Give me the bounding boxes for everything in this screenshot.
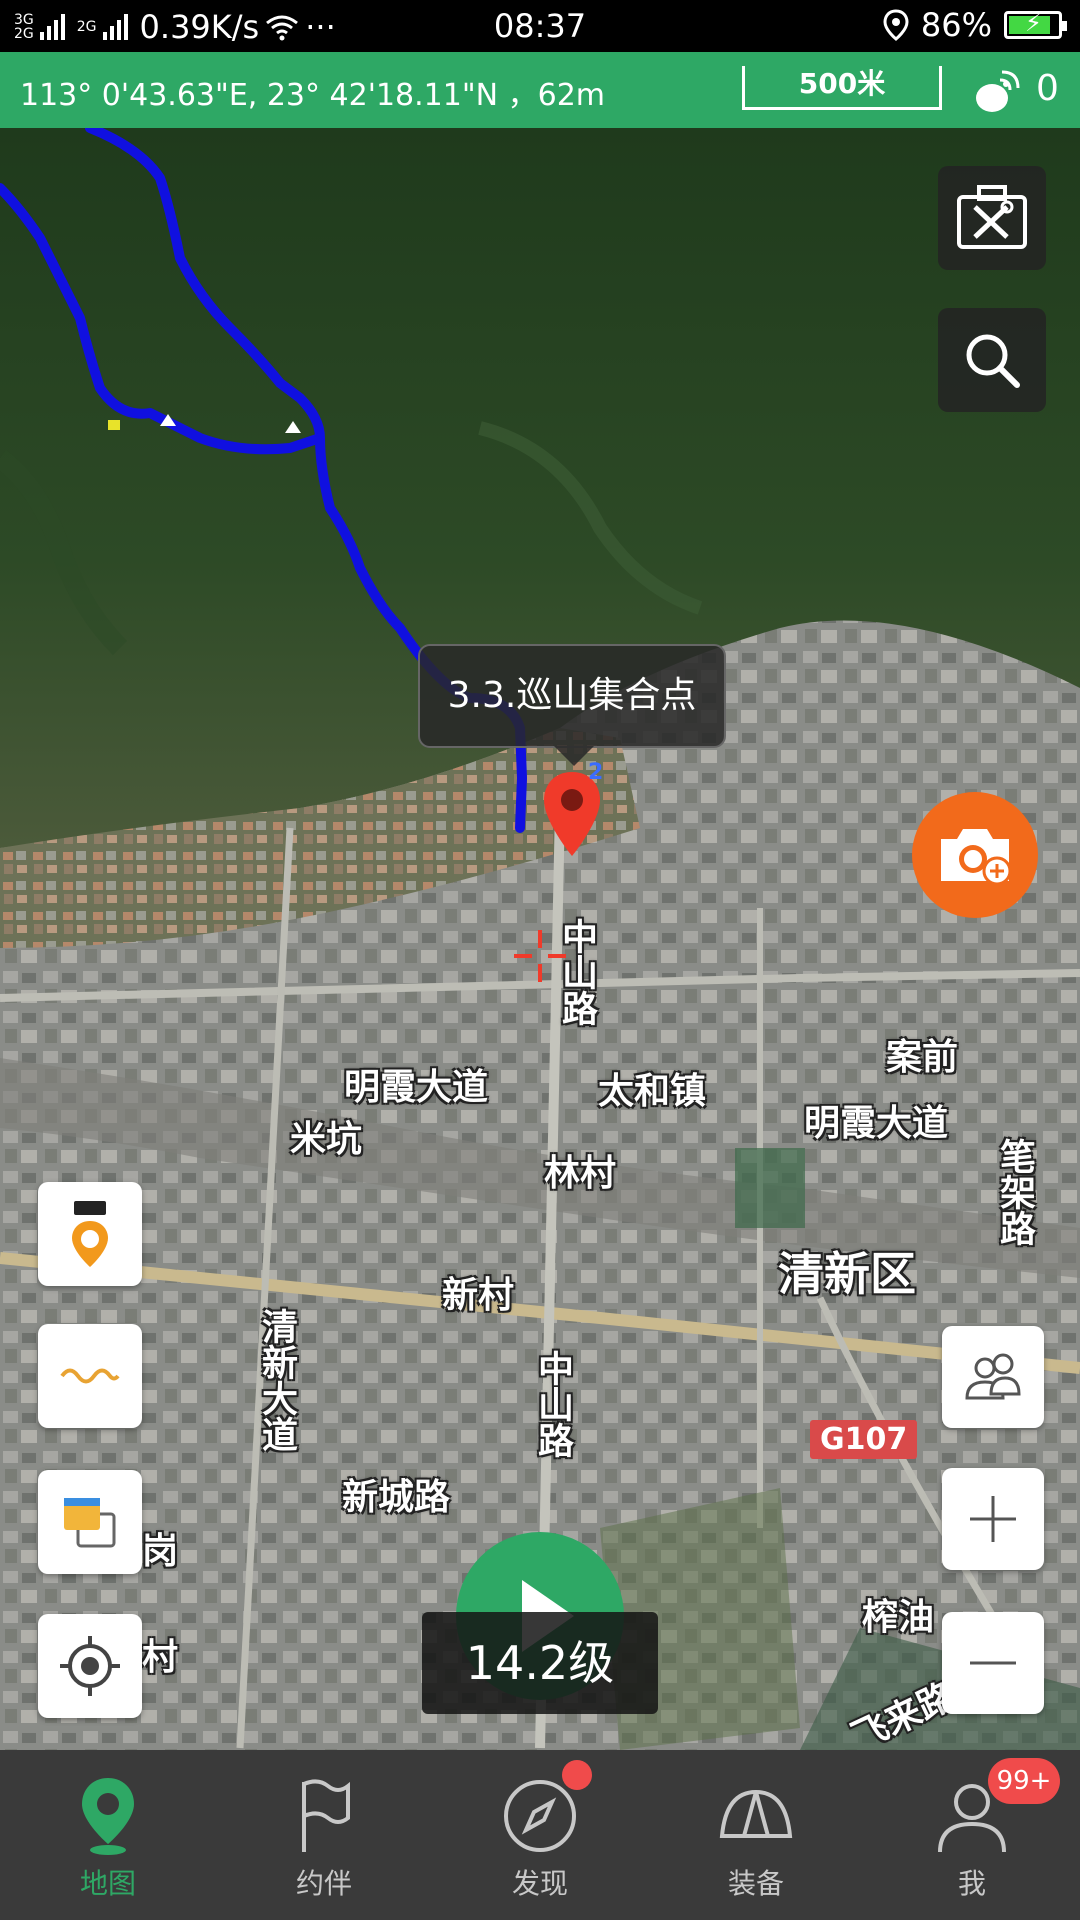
satellite-icon [976,70,1020,112]
coordinate-bar: 113° 0'43.63"E, 23° 42'18.11"N ，62m 500米… [0,52,1080,128]
place-label-cun: 村 [142,1637,179,1678]
tent-icon [719,1789,793,1838]
place-label-zhayou: 榨油 [862,1597,935,1638]
add-photo-button[interactable] [912,792,1038,918]
battery-percent: 86% [920,6,992,44]
place-label-anqian: 案前 [886,1037,959,1078]
road-label-qingxin-avenue: 清新大道 [256,1308,297,1452]
satellite-count: 0 [1036,68,1059,109]
zoom-level-indicator: 14.2级 [422,1612,658,1714]
road-label-bijia: 笔架路 [994,1138,1035,1246]
place-label-xincun: 新村 [442,1275,515,1316]
me-notification-badge: 99+ [988,1758,1060,1804]
road-label-zhongshan-2: 中山路 [532,1350,573,1458]
search-icon [966,334,1020,388]
place-label-taihe-town: 太和镇 [598,1071,707,1112]
plus-icon [970,1496,1016,1542]
tab-me-label: 我 [957,1867,986,1900]
track-line-button[interactable] [38,1324,142,1428]
my-location-button[interactable] [38,1614,142,1718]
highway-badge-g107: G107 [810,1420,918,1459]
wave-track-icon [60,1368,120,1384]
battery-icon: ⚡ [1004,9,1067,39]
map-view[interactable]: 中山路 明霞大道 太和镇 案前 明霞大道 米坑 林村 笔架路 新村 清新区 清新… [0,128,1080,1750]
map-center-crosshair-icon [514,930,566,982]
tab-discover[interactable]: 发现 [432,1750,648,1920]
place-label-gang: 岗 [142,1531,179,1572]
tab-companions-label: 约伴 [295,1867,352,1900]
waypoint-number: 2 [588,760,604,785]
map-layers-button[interactable] [38,1470,142,1574]
zoom-in-button[interactable] [942,1468,1044,1570]
gps-coordinates: 113° 0'43.63"E, 23° 42'18.11"N ，62m [20,78,606,113]
place-label-mikeng: 米坑 [290,1119,363,1160]
district-label-qingxin: 清新区 [778,1247,916,1301]
search-button[interactable] [938,308,1046,412]
tab-map-label: 地图 [79,1867,136,1900]
waypoint-callout[interactable]: 3.3.巡山集合点 [418,644,726,766]
tab-map[interactable]: 地图 [0,1750,216,1920]
minus-icon [970,1661,1016,1665]
map-pin-icon [82,1778,134,1855]
location-icon [883,9,909,41]
discover-notification-dot [562,1760,592,1790]
map-scale: 500米 [742,66,942,110]
road-label-mingxia-1: 明霞大道 [344,1067,489,1108]
zoom-out-button[interactable] [942,1612,1044,1714]
road-label-xincheng: 新城路 [342,1477,451,1518]
tab-gear[interactable]: 装备 [648,1750,864,1920]
bottom-navigation: 地图 约伴 发现 装备 我 [0,1750,1080,1920]
people-icon [965,1353,1021,1400]
toolbox-button[interactable] [938,166,1046,270]
locate-crosshair-icon [60,1636,120,1696]
camera-add-icon [941,829,1012,886]
poi-marker-icon [72,1201,108,1267]
place-label-lincun: 林村 [544,1153,617,1194]
layers-icon [64,1498,116,1548]
companions-button[interactable] [942,1326,1044,1428]
flag-icon [302,1779,350,1852]
road-label-mingxia-2: 明霞大道 [804,1103,949,1144]
toolbox-icon [957,185,1027,249]
poi-marker-button[interactable] [38,1182,142,1286]
tab-companions[interactable]: 约伴 [216,1750,432,1920]
tab-discover-label: 发现 [511,1867,568,1900]
status-bar: 3G 2G 2G 0.39K/s ··· 08:37 86% ⚡ [0,0,1080,52]
tab-gear-label: 装备 [727,1867,784,1900]
